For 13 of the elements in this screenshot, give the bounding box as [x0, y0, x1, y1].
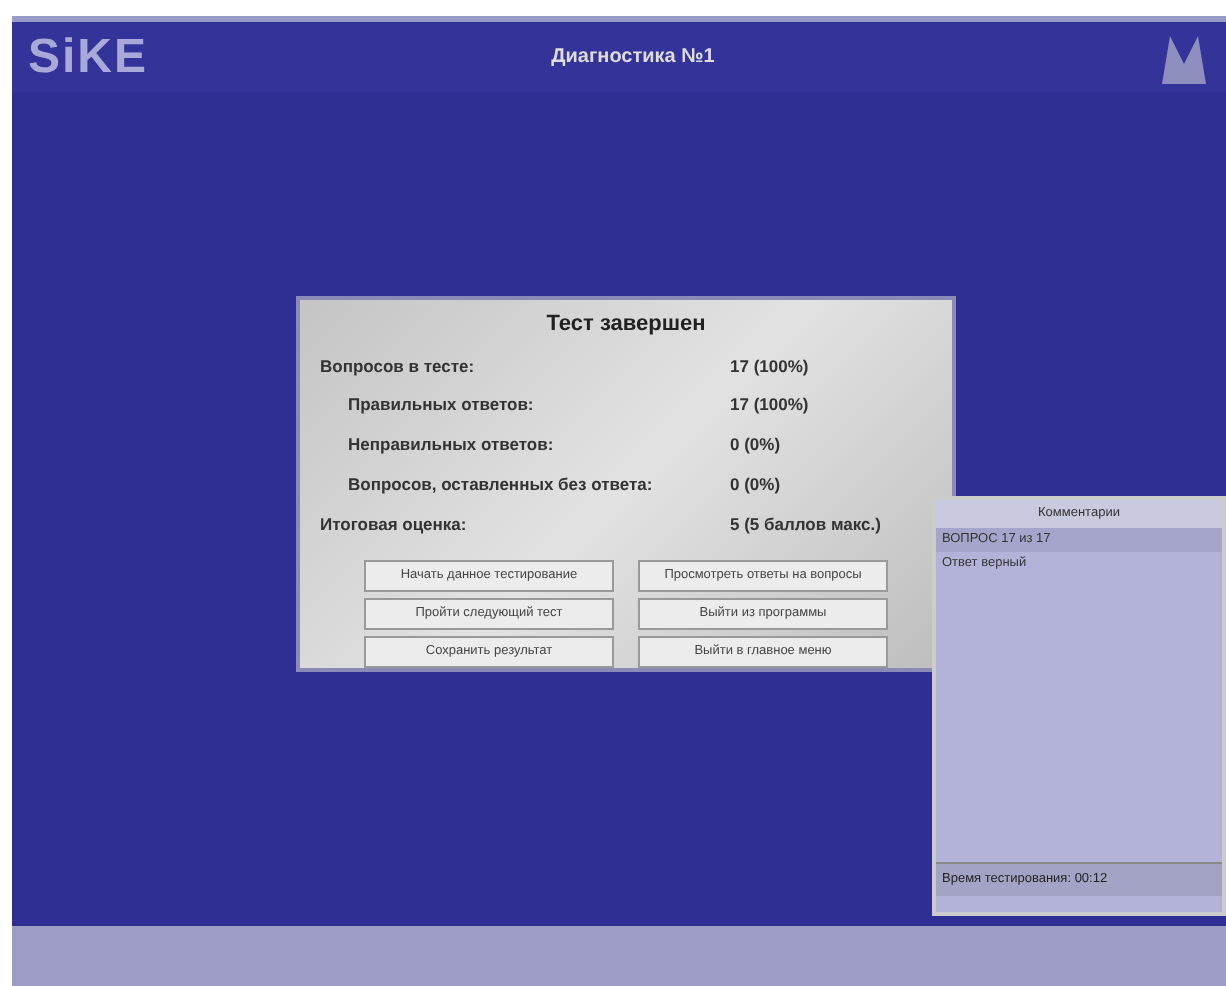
stat-value: 5 (5 баллов макс.) — [730, 511, 881, 537]
window-title: Диагностика №1 — [549, 44, 717, 72]
dialog-title: Тест завершен — [544, 310, 708, 340]
stat-label: Неправильных ответов: — [346, 432, 556, 458]
stat-label: Правильных ответов: — [346, 392, 536, 418]
stat-value: 17 (100%) — [730, 353, 809, 379]
stat-value: 0 (0%) — [730, 432, 781, 458]
stat-label: Вопросов в тесте: — [320, 353, 477, 379]
stat-value: 17 (100%) — [730, 392, 809, 418]
stat-value: 0 (0%) — [730, 471, 781, 497]
logo: SiKE — [28, 27, 151, 87]
stat-label: Вопросов, оставленных без ответа: — [346, 471, 655, 497]
stat-label: Итоговая оценка: — [320, 511, 469, 537]
